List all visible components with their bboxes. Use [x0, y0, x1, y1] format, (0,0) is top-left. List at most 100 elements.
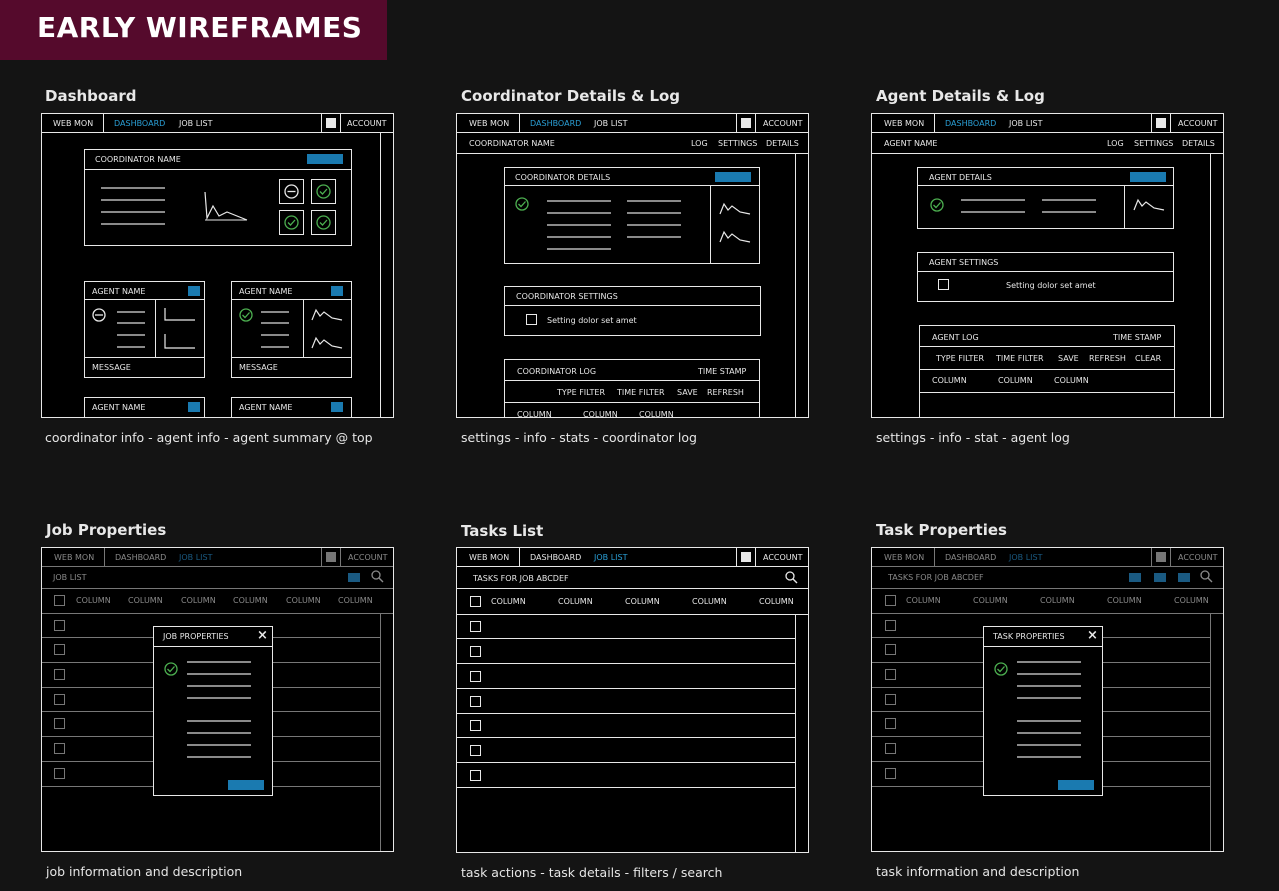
row-checkbox[interactable]	[54, 718, 65, 729]
row-checkbox[interactable]	[885, 644, 896, 655]
agent-card[interactable]: AGENT NAME	[231, 397, 352, 417]
status-minus-box[interactable]	[279, 179, 304, 204]
scrollbar[interactable]	[380, 133, 381, 417]
agent-card[interactable]: AGENT NAME MESSAGE	[84, 281, 205, 378]
coordinator-details-card[interactable]: COORDINATOR DETAILS	[504, 167, 760, 264]
action-button[interactable]	[1178, 573, 1190, 582]
agent-details-button[interactable]	[1130, 172, 1166, 182]
agent-action-button[interactable]	[188, 402, 200, 412]
row-checkbox[interactable]	[54, 644, 65, 655]
agent-log-card[interactable]: AGENT LOG TIME STAMP TYPE FILTER TIME FI…	[919, 325, 1175, 417]
action-button[interactable]	[1154, 573, 1166, 582]
coordinator-action-button[interactable]	[307, 154, 343, 164]
coordinator-settings-card[interactable]: COORDINATOR SETTINGS Setting dolor set a…	[504, 286, 761, 336]
agent-action-button[interactable]	[188, 286, 200, 296]
select-all-checkbox[interactable]	[470, 596, 481, 607]
nav-webmon[interactable]: WEB MON	[469, 553, 509, 562]
clear-button[interactable]: CLEAR	[1135, 354, 1161, 363]
agent-settings-card[interactable]: AGENT SETTINGS Setting dolor set amet	[917, 252, 1174, 302]
nav-account[interactable]: ACCOUNT	[1178, 553, 1218, 562]
scrollbar[interactable]	[1210, 153, 1211, 417]
coordinator-details-button[interactable]	[715, 172, 751, 182]
nav-account[interactable]: ACCOUNT	[763, 119, 803, 128]
row-checkbox[interactable]	[470, 745, 481, 756]
nav-square-icon[interactable]	[741, 118, 751, 128]
nav-square-icon[interactable]	[1156, 118, 1166, 128]
refresh-button[interactable]: REFRESH	[1089, 354, 1126, 363]
nav-joblist[interactable]: JOB LIST	[594, 119, 627, 128]
nav-square-icon[interactable]	[1156, 552, 1166, 562]
modal-submit-button[interactable]	[228, 780, 264, 790]
nav-account[interactable]: ACCOUNT	[347, 119, 387, 128]
coordinator-log-card[interactable]: COORDINATOR LOG TIME STAMP TYPE FILTER T…	[504, 359, 760, 417]
agent-action-button[interactable]	[331, 286, 343, 296]
agent-card[interactable]: AGENT NAME MESSAGE	[231, 281, 352, 378]
row-checkbox[interactable]	[470, 671, 481, 682]
close-icon[interactable]: ×	[1087, 628, 1098, 643]
row-checkbox[interactable]	[470, 621, 481, 632]
nav-account[interactable]: ACCOUNT	[348, 553, 388, 562]
row-checkbox[interactable]	[885, 694, 896, 705]
nav-account[interactable]: ACCOUNT	[1178, 119, 1218, 128]
agent-action-button[interactable]	[331, 402, 343, 412]
tab-log[interactable]: LOG	[1107, 139, 1124, 148]
refresh-button[interactable]: REFRESH	[707, 388, 744, 397]
scrollbar[interactable]	[1210, 613, 1211, 851]
row-checkbox[interactable]	[885, 620, 896, 631]
nav-webmon[interactable]: WEB MON	[469, 119, 509, 128]
search-icon[interactable]	[371, 570, 384, 583]
row-checkbox[interactable]	[470, 720, 481, 731]
row-checkbox[interactable]	[885, 718, 896, 729]
select-all-checkbox[interactable]	[885, 595, 896, 606]
tab-details[interactable]: DETAILS	[1182, 139, 1215, 148]
nav-dashboard[interactable]: DASHBOARD	[945, 119, 996, 128]
task-properties-modal[interactable]: TASK PROPERTIES ×	[983, 626, 1103, 796]
row-checkbox[interactable]	[470, 696, 481, 707]
row-checkbox[interactable]	[54, 743, 65, 754]
setting-checkbox[interactable]	[938, 279, 949, 290]
nav-square-icon[interactable]	[326, 118, 336, 128]
search-icon[interactable]	[1200, 570, 1213, 583]
nav-account[interactable]: ACCOUNT	[763, 553, 803, 562]
setting-checkbox[interactable]	[526, 314, 537, 325]
nav-dashboard[interactable]: DASHBOARD	[530, 553, 581, 562]
row-checkbox[interactable]	[885, 669, 896, 680]
coordinator-card[interactable]: COORDINATOR NAME	[84, 149, 352, 246]
nav-webmon[interactable]: WEB MON	[884, 119, 924, 128]
status-check-box[interactable]	[311, 210, 336, 235]
save-button[interactable]: SAVE	[677, 388, 698, 397]
tab-details[interactable]: DETAILS	[766, 139, 799, 148]
select-all-checkbox[interactable]	[54, 595, 65, 606]
nav-joblist[interactable]: JOB LIST	[1009, 119, 1042, 128]
scrollbar[interactable]	[795, 153, 796, 417]
nav-joblist[interactable]: JOB LIST	[594, 553, 627, 562]
nav-dashboard[interactable]: DASHBOARD	[945, 553, 996, 562]
nav-square-icon[interactable]	[741, 552, 751, 562]
nav-dashboard[interactable]: DASHBOARD	[114, 119, 165, 128]
close-icon[interactable]: ×	[257, 628, 268, 643]
scrollbar[interactable]	[795, 614, 796, 852]
nav-joblist[interactable]: JOB LIST	[1009, 553, 1042, 562]
tab-log[interactable]: LOG	[691, 139, 708, 148]
nav-webmon[interactable]: WEB MON	[884, 553, 924, 562]
tab-settings[interactable]: SETTINGS	[1134, 139, 1173, 148]
nav-webmon[interactable]: WEB MON	[53, 119, 93, 128]
type-filter-button[interactable]: TYPE FILTER	[936, 354, 984, 363]
time-filter-button[interactable]: TIME FILTER	[996, 354, 1044, 363]
nav-joblist[interactable]: JOB LIST	[179, 553, 212, 562]
save-button[interactable]: SAVE	[1058, 354, 1079, 363]
row-checkbox[interactable]	[470, 646, 481, 657]
row-checkbox[interactable]	[54, 768, 65, 779]
row-checkbox[interactable]	[54, 620, 65, 631]
modal-submit-button[interactable]	[1058, 780, 1094, 790]
agent-details-card[interactable]: AGENT DETAILS	[917, 167, 1174, 229]
type-filter-button[interactable]: TYPE FILTER	[557, 388, 605, 397]
search-icon[interactable]	[785, 571, 798, 584]
job-properties-modal[interactable]: JOB PROPERTIES ×	[153, 626, 273, 796]
nav-square-icon[interactable]	[326, 552, 336, 562]
time-filter-button[interactable]: TIME FILTER	[617, 388, 665, 397]
status-check-box[interactable]	[279, 210, 304, 235]
row-checkbox[interactable]	[54, 669, 65, 680]
nav-dashboard[interactable]: DASHBOARD	[530, 119, 581, 128]
row-checkbox[interactable]	[885, 768, 896, 779]
